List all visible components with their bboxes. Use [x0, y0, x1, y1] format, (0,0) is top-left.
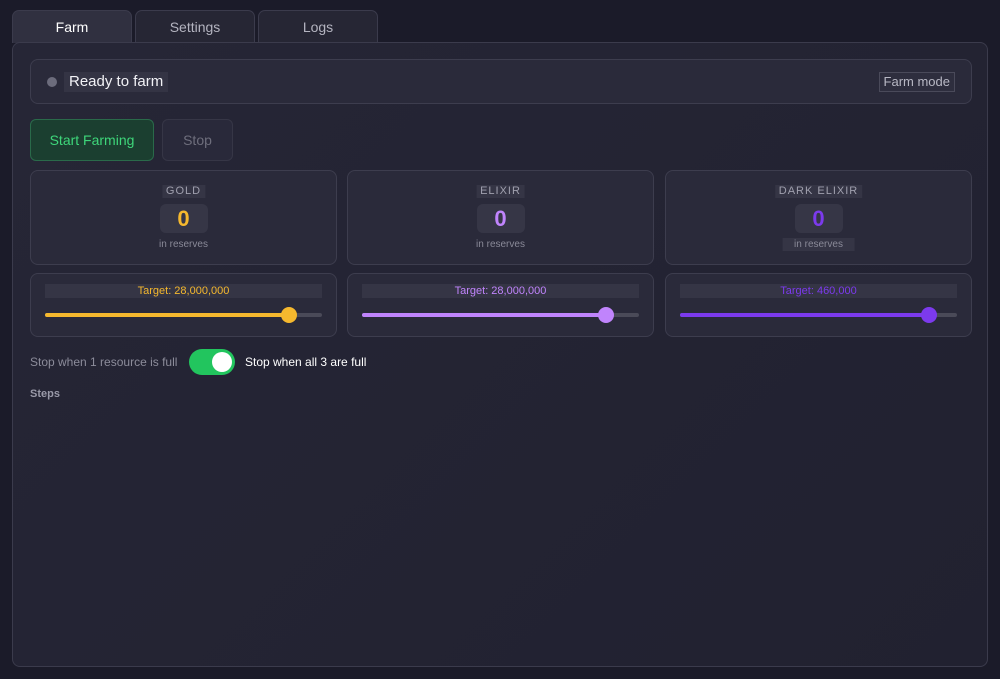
stop-condition-row: Stop when 1 resource is full Stop when a…	[30, 349, 630, 377]
tab-farm[interactable]: Farm	[12, 10, 132, 43]
status-bar: Ready to farm Farm mode	[30, 59, 972, 104]
steps-heading: Steps	[30, 388, 60, 400]
resource-subtitle: in reserves	[782, 238, 855, 251]
farm-panel: Ready to farm Farm mode Start Farming St…	[12, 42, 988, 667]
start-farming-button[interactable]: Start Farming	[30, 119, 154, 161]
stop-one-full-label: Stop when 1 resource is full	[30, 355, 178, 369]
tab-bar: Farm Settings Logs	[12, 10, 378, 43]
tab-settings[interactable]: Settings	[135, 10, 255, 43]
gold-card: GOLD 0 in reserves	[30, 170, 337, 265]
resource-name: ELIXIR	[476, 185, 525, 198]
gold-target-slider[interactable]	[45, 307, 322, 323]
elixir-target-card: Target: 28,000,000	[347, 273, 654, 337]
elixir-target-slider[interactable]	[362, 307, 639, 323]
gold-target-label: Target: 28,000,000	[45, 284, 322, 298]
dark-elixir-card: DARK ELIXIR 0 in reserves	[665, 170, 972, 265]
gold-value: 0	[159, 204, 208, 233]
slider-thumb[interactable]	[921, 307, 938, 323]
dark-elixir-target-card: Target: 460,000	[665, 273, 972, 337]
resource-subtitle: in reserves	[476, 239, 525, 250]
slider-fill	[45, 313, 289, 317]
slider-fill	[362, 313, 606, 317]
mode-badge: Farm mode	[878, 72, 955, 92]
toggle-knob	[212, 352, 232, 372]
dark-elixir-target-slider[interactable]	[680, 307, 957, 323]
stop-condition-toggle[interactable]	[189, 349, 235, 375]
resource-name: DARK ELIXIR	[774, 185, 863, 198]
status-indicator-icon	[47, 77, 57, 87]
tab-logs[interactable]: Logs	[258, 10, 378, 43]
slider-thumb[interactable]	[280, 307, 297, 323]
stop-button[interactable]: Stop	[162, 119, 233, 161]
status-text: Ready to farm	[64, 72, 169, 92]
gold-target-card: Target: 28,000,000	[30, 273, 337, 337]
resource-name: GOLD	[161, 185, 206, 198]
resource-subtitle: in reserves	[159, 239, 208, 250]
slider-thumb[interactable]	[597, 307, 614, 323]
dark-elixir-target-label: Target: 460,000	[680, 284, 957, 298]
elixir-value: 0	[476, 204, 525, 233]
slider-fill	[680, 313, 930, 317]
elixir-target-label: Target: 28,000,000	[362, 284, 639, 298]
elixir-card: ELIXIR 0 in reserves	[347, 170, 654, 265]
dark-elixir-value: 0	[794, 204, 843, 233]
stop-all-full-label: Stop when all 3 are full	[245, 355, 367, 369]
